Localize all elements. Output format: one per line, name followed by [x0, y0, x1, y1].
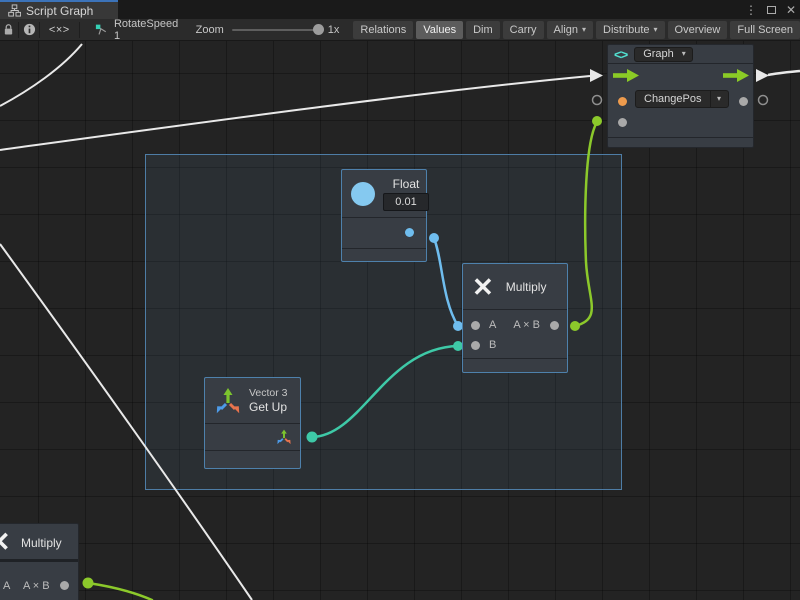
node-multiply-partial[interactable]: ✕ Multiply A A × B — [0, 523, 79, 600]
port-input-a[interactable] — [471, 321, 480, 330]
kebab-menu-icon[interactable]: ⋮ — [745, 4, 757, 16]
dim-button[interactable]: Dim — [466, 21, 500, 39]
code-brackets-icon: <> — [614, 47, 627, 62]
toolbar-separator — [18, 22, 19, 38]
flow-arrow-icon[interactable] — [613, 69, 639, 82]
node-vector3-get-up[interactable]: Vector 3 Get Up — [204, 377, 301, 469]
distribute-button[interactable]: Distribute▾ — [596, 21, 664, 39]
toolbar-buttons: Relations Values Dim Carry Align▾ Distri… — [353, 21, 800, 39]
chevron-down-icon: ▾ — [710, 91, 728, 107]
zoom-value: 1x — [328, 24, 340, 36]
tab-bar: Script Graph ⋮ ✕ — [0, 0, 800, 19]
overview-button[interactable]: Overview — [668, 21, 728, 39]
toolbar-separator — [79, 22, 80, 38]
node-footer — [463, 358, 567, 368]
node-footer — [608, 137, 753, 147]
maximize-icon[interactable] — [767, 6, 776, 14]
graph-ref-label: RotateSpeed 1 — [114, 18, 180, 42]
port-input[interactable] — [618, 118, 627, 127]
multiply-icon: ✕ — [0, 529, 11, 556]
node-title: Multiply — [506, 280, 547, 294]
node-footer — [205, 450, 300, 460]
event-dropdown-label: ChangePos — [636, 93, 710, 105]
chevron-down-icon: ▾ — [654, 26, 658, 34]
graph-reference[interactable]: RotateSpeed 1 — [95, 18, 179, 42]
flow-arrow-icon[interactable] — [723, 69, 749, 82]
graph-dropdown[interactable]: Graph ▾ — [634, 47, 693, 62]
script-graph-icon — [8, 4, 21, 17]
fullscreen-button[interactable]: Full Screen — [730, 21, 800, 39]
chevron-down-icon: ▾ — [682, 50, 692, 58]
node-type: Vector 3 — [249, 387, 288, 399]
tab-script-graph[interactable]: Script Graph — [0, 0, 118, 19]
relations-button[interactable]: Relations — [353, 21, 413, 39]
float-value-input[interactable]: 0.01 — [383, 193, 429, 211]
port-output-axb[interactable] — [550, 321, 559, 330]
node-graph[interactable]: <> Graph ▾ ChangePos ▾ — [607, 44, 754, 148]
node-footer — [342, 248, 426, 258]
lock-icon — [3, 23, 14, 36]
node-title: Float — [393, 177, 420, 191]
graph-toolbar: <×> RotateSpeed 1 Zoom 1x Relations Valu… — [0, 19, 800, 41]
port-event-target[interactable] — [618, 97, 627, 106]
float-icon — [351, 182, 375, 206]
graph-dropdown-label: Graph — [635, 48, 682, 60]
node-port-area — [342, 218, 426, 248]
script-graph-window: Script Graph ⋮ ✕ <×> — [0, 0, 800, 600]
zoom-control: Zoom 1x — [196, 24, 340, 36]
lock-button[interactable] — [0, 20, 16, 40]
info-icon — [23, 23, 36, 36]
zoom-slider[interactable] — [232, 29, 320, 31]
zoom-slider-handle[interactable] — [313, 24, 324, 35]
graph-ref-icon — [95, 23, 108, 37]
event-dropdown[interactable]: ChangePos ▾ — [635, 90, 729, 108]
vector3-icon — [214, 387, 242, 415]
toolbar-separator — [39, 22, 40, 38]
node-title: Multiply — [21, 536, 62, 550]
node-port-area: A A × B B — [463, 310, 567, 358]
node-title: Get Up — [249, 400, 287, 414]
port-output[interactable] — [739, 97, 748, 106]
zoom-label: Zoom — [196, 24, 224, 36]
multiply-icon: ✕ — [472, 274, 494, 300]
port-input-b[interactable] — [471, 341, 480, 350]
port-float-output[interactable] — [405, 228, 414, 237]
chevron-down-icon: ▾ — [582, 26, 586, 34]
node-float[interactable]: Float 0.01 — [341, 169, 427, 262]
tab-label: Script Graph — [26, 4, 93, 18]
info-button[interactable] — [21, 20, 37, 40]
align-button[interactable]: Align▾ — [547, 21, 593, 39]
carry-button[interactable]: Carry — [503, 21, 544, 39]
node-port-area — [205, 424, 300, 450]
vector3-mini-icon[interactable] — [276, 429, 292, 445]
values-button[interactable]: Values — [416, 21, 463, 39]
code-angle-icon: <×> — [49, 24, 70, 36]
close-icon[interactable]: ✕ — [786, 4, 796, 16]
code-view-button[interactable]: <×> — [42, 20, 77, 40]
port-output-axb[interactable] — [60, 581, 69, 590]
node-multiply[interactable]: ✕ Multiply A A × B B — [462, 263, 568, 373]
